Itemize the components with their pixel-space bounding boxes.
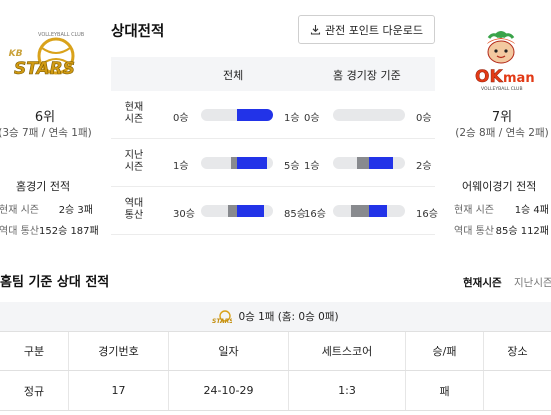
header-date: 일자 [169, 332, 289, 370]
download-icon [310, 25, 321, 35]
all-right-wins: 5승 [284, 161, 300, 172]
right-team-record: (2승 8패 / 연속 2패) [455, 127, 549, 139]
home-left-wins: 1승 [304, 161, 320, 172]
row-label: 현재 시즌 [124, 102, 144, 125]
all-right-wins: 1승 [284, 113, 300, 124]
svg-text:VOLLEYBALL CLUB: VOLLEYBALL CLUB [38, 32, 85, 38]
right-all-time-row: 역대 통산 85승 112패 [454, 226, 549, 237]
home-ratio-bar [333, 109, 405, 121]
games-table-header: 구분 경기번호 일자 세트스코어 승/패 장소 [0, 331, 551, 371]
all-left-wins: 0승 [173, 113, 189, 124]
col-all: 전체 [223, 69, 244, 82]
left-home-record-title: 홈경기 전적 [16, 180, 71, 193]
home-right-wins: 0승 [416, 113, 432, 124]
header-set-score: 세트스코어 [289, 332, 406, 370]
bar-fill-opponent [228, 205, 237, 217]
cell-game-number: 17 [69, 371, 169, 410]
head-to-head-table: 전체 홈 경기장 기준 현재 시즌 0승 1승 0승 0승지난 시즌 1승 5승 1승 2승역대… [111, 57, 438, 237]
all-left-wins: 30승 [173, 209, 195, 220]
home-ratio-bar [333, 157, 405, 169]
svg-text:OK: OK [475, 67, 503, 87]
head-to-head-header: 전체 홈 경기장 기준 [111, 57, 435, 91]
row-label: 지난 시즌 [124, 150, 144, 173]
home-left-wins: 0승 [304, 113, 320, 124]
bar-fill-team [237, 205, 264, 217]
left-team-rank: 6위 [34, 110, 56, 125]
cell-date: 24-10-29 [169, 371, 289, 410]
right-team-rank: 7위 [491, 110, 513, 125]
col-home-venue: 홈 경기장 기준 [333, 69, 401, 82]
download-preview-button[interactable]: 관전 포인트 다운로드 [298, 15, 435, 44]
bar-fill-opponent [357, 157, 369, 169]
all-ratio-bar [201, 109, 273, 121]
tab-current-season[interactable]: 현재시즌 [463, 275, 502, 290]
svg-text:VOLLEYBALL CLUB: VOLLEYBALL CLUB [481, 86, 523, 92]
head-to-head-title: 상대전적 [111, 24, 165, 40]
all-right-wins: 85승 [284, 209, 306, 220]
head-to-head-row: 현재 시즌 0승 1승 0승 0승 [111, 91, 435, 139]
all-ratio-bar [201, 157, 273, 169]
tab-last-season[interactable]: 지난시즌 [514, 275, 551, 290]
download-label: 관전 포인트 다운로드 [324, 23, 424, 37]
header-game-number: 경기번호 [69, 332, 169, 370]
header-venue: 장소 [507, 345, 528, 358]
kb-stars-logo: KB STARS VOLLEYBALL CLUB [7, 28, 88, 90]
head-to-head-row: 역대 통산 30승 85승 16승 16승 [111, 187, 438, 235]
all-ratio-bar [201, 205, 273, 217]
cell-set-score: 1:3 [289, 371, 406, 410]
cell-result: 패 [406, 371, 484, 410]
home-right-wins: 2승 [416, 161, 432, 172]
record-summary-bar: STARS 0승 1패 (홈: 0승 0패) [0, 302, 551, 331]
svg-text:STARS: STARS [14, 59, 75, 79]
header-result: 승/패 [406, 332, 484, 370]
head-to-head-row: 지난 시즌 1승 5승 1승 2승 [111, 139, 435, 187]
bar-fill-team [237, 109, 273, 121]
bar-fill-team [369, 205, 387, 217]
cell-venue [484, 371, 551, 410]
left-current-season-row: 현재 시즌 2승 3패 [0, 205, 93, 216]
home-team-record-title: 홈팀 기준 상대 전적 [0, 275, 110, 290]
bar-fill-team [237, 157, 267, 169]
left-team-record: (3승 7패 / 연속 1패) [0, 127, 92, 139]
bar-fill-team [369, 157, 393, 169]
home-left-wins: 16승 [304, 209, 326, 220]
header-category: 구분 [0, 332, 69, 370]
row-label: 역대 통산 [124, 198, 144, 221]
svg-text:man: man [503, 71, 535, 86]
right-away-record-title: 어웨이경기 전적 [462, 180, 537, 193]
ok-man-logo: OK man VOLLEYBALL CLUB [467, 28, 535, 100]
kb-stars-mini-logo: STARS [212, 309, 232, 324]
all-left-wins: 1승 [173, 161, 189, 172]
home-ratio-bar [333, 205, 405, 217]
cell-category: 정규 [0, 371, 69, 410]
svg-text:STARS: STARS [212, 318, 232, 324]
right-current-season-row: 현재 시즌 1승 4패 [454, 205, 549, 216]
home-right-wins: 16승 [416, 209, 438, 220]
table-row[interactable]: 정규 17 24-10-29 1:3 패 [0, 371, 551, 411]
record-summary-text: 0승 1패 (홈: 0승 0패) [238, 311, 339, 323]
svg-text:KB: KB [8, 49, 23, 59]
left-all-time-row: 역대 통산 152승 187패 [0, 226, 99, 237]
bar-fill-opponent [351, 205, 369, 217]
